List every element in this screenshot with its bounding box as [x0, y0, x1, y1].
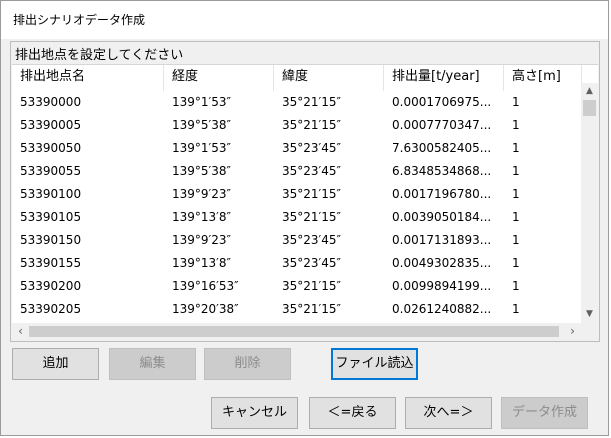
cell-latitude: 35°21′15″: [282, 279, 342, 293]
cell-latitude: 35°21′15″: [282, 302, 342, 316]
cell-height: 1: [512, 256, 520, 270]
add-button[interactable]: 追加: [12, 348, 99, 380]
table-row[interactable]: 53390005 139°5′38″ 35°21′15″ 0.0007770347..…: [12, 114, 582, 137]
cell-latitude: 35°23′45″: [282, 233, 342, 247]
table-row[interactable]: 53390155 139°13′8″ 35°23′45″ 0.0049302835..…: [12, 252, 582, 275]
cell-height: 1: [512, 302, 520, 316]
load-file-button[interactable]: ファイル読込: [331, 348, 418, 380]
cell-name: 53390150: [20, 233, 82, 247]
cell-longitude: 139°9′23″: [172, 187, 232, 201]
cancel-button[interactable]: キャンセル: [211, 397, 298, 429]
cell-name: 53390200: [20, 279, 82, 293]
cell-height: 1: [512, 95, 520, 109]
column-header-emission[interactable]: 排出量[t/year]: [384, 65, 504, 91]
cell-latitude: 35°21′15″: [282, 210, 342, 224]
vertical-scroll-thumb[interactable]: [583, 100, 596, 116]
group-title: 排出地点を設定してください: [15, 48, 184, 63]
cell-longitude: 139°1′53″: [172, 141, 232, 155]
table-row[interactable]: 53390105 139°13′8″ 35°21′15″ 0.0039050184..…: [12, 206, 582, 229]
cell-longitude: 139°9′23″: [172, 233, 232, 247]
cell-latitude: 35°23′45″: [282, 256, 342, 270]
vertical-scrollbar[interactable]: ▲ ▼: [581, 83, 598, 323]
list-rows: 53390000 139°1′53″ 35°21′15″ 0.0001706975..…: [12, 91, 582, 340]
cell-name: 53390205: [20, 302, 82, 316]
horizontal-scrollbar[interactable]: ‹ ›: [12, 323, 598, 340]
cell-longitude: 139°5′38″: [172, 118, 232, 132]
cell-name: 53390050: [20, 141, 82, 155]
cell-emission: 0.0099894199...: [392, 279, 492, 293]
table-row[interactable]: 53390200 139°16′53″ 35°21′15″ 0.0099894199.…: [12, 275, 582, 298]
table-row[interactable]: 53390050 139°1′53″ 35°23′45″ 7.6300582405..…: [12, 137, 582, 160]
table-row[interactable]: 53390150 139°9′23″ 35°23′45″ 0.0017131893..…: [12, 229, 582, 252]
cell-latitude: 35°23′45″: [282, 164, 342, 178]
cell-latitude: 35°21′15″: [282, 187, 342, 201]
cell-longitude: 139°13′8″: [172, 256, 232, 270]
cell-height: 1: [512, 118, 520, 132]
cell-height: 1: [512, 210, 520, 224]
window-title: 排出シナリオデータ作成: [13, 13, 146, 27]
column-header-name[interactable]: 排出地点名: [12, 65, 164, 91]
scroll-right-icon[interactable]: ›: [564, 323, 581, 340]
scroll-left-icon[interactable]: ‹: [12, 323, 29, 340]
cell-height: 1: [512, 187, 520, 201]
cell-emission: 0.0017196780...: [392, 187, 492, 201]
cell-longitude: 139°1′53″: [172, 95, 232, 109]
cell-height: 1: [512, 164, 520, 178]
list-header: 排出地点名 経度 緯度 排出量[t/year] 高さ[m]: [12, 65, 582, 91]
edit-button[interactable]: 編集: [109, 348, 196, 380]
cell-emission: 7.6300582405...: [392, 141, 492, 155]
table-row[interactable]: 53390055 139°5′38″ 35°23′45″ 6.8348534868..…: [12, 160, 582, 183]
dialog-window: 排出シナリオデータ作成 排出地点を設定してください 排出地点名 経度 緯度 排出…: [0, 0, 609, 436]
horizontal-scroll-thumb[interactable]: [29, 326, 559, 337]
cell-height: 1: [512, 233, 520, 247]
title-bar: 排出シナリオデータ作成: [1, 1, 608, 39]
cell-name: 53390000: [20, 95, 82, 109]
cell-name: 53390055: [20, 164, 82, 178]
table-row[interactable]: 53390000 139°1′53″ 35°21′15″ 0.0001706975..…: [12, 91, 582, 114]
column-header-height[interactable]: 高さ[m]: [504, 65, 582, 91]
cell-emission: 0.0261240882...: [392, 302, 492, 316]
cell-latitude: 35°21′15″: [282, 118, 342, 132]
cell-latitude: 35°21′15″: [282, 95, 342, 109]
column-header-latitude[interactable]: 緯度: [274, 65, 384, 91]
cell-emission: 6.8348534868...: [392, 164, 492, 178]
scroll-up-icon[interactable]: ▲: [581, 83, 598, 100]
cell-name: 53390100: [20, 187, 82, 201]
cell-longitude: 139°20′38″: [172, 302, 239, 316]
cell-longitude: 139°5′38″: [172, 164, 232, 178]
scroll-down-icon[interactable]: ▼: [581, 306, 598, 323]
back-button[interactable]: ＜=戻る: [309, 397, 396, 429]
cell-emission: 0.0007770347...: [392, 118, 492, 132]
cell-height: 1: [512, 279, 520, 293]
cell-emission: 0.0039050184...: [392, 210, 492, 224]
cell-emission: 0.0001706975...: [392, 95, 492, 109]
create-data-button[interactable]: データ作成: [501, 397, 588, 429]
cell-longitude: 139°16′53″: [172, 279, 239, 293]
cell-emission: 0.0017131893...: [392, 233, 492, 247]
cell-emission: 0.0049302835...: [392, 256, 492, 270]
column-header-longitude[interactable]: 経度: [164, 65, 274, 91]
emission-points-group: 排出地点を設定してください 排出地点名 経度 緯度 排出量[t/year] 高さ…: [10, 41, 600, 342]
emission-points-list[interactable]: 排出地点名 経度 緯度 排出量[t/year] 高さ[m] 53390000 13…: [12, 64, 598, 340]
cell-longitude: 139°13′8″: [172, 210, 232, 224]
delete-button[interactable]: 削除: [204, 348, 291, 380]
table-row[interactable]: 53390205 139°20′38″ 35°21′15″ 0.0261240882.…: [12, 298, 582, 321]
cell-name: 53390155: [20, 256, 82, 270]
cell-name: 53390105: [20, 210, 82, 224]
cell-latitude: 35°23′45″: [282, 141, 342, 155]
cell-height: 1: [512, 141, 520, 155]
cell-name: 53390005: [20, 118, 82, 132]
table-row[interactable]: 53390100 139°9′23″ 35°21′15″ 0.0017196780..…: [12, 183, 582, 206]
next-button[interactable]: 次へ=＞: [405, 397, 492, 429]
